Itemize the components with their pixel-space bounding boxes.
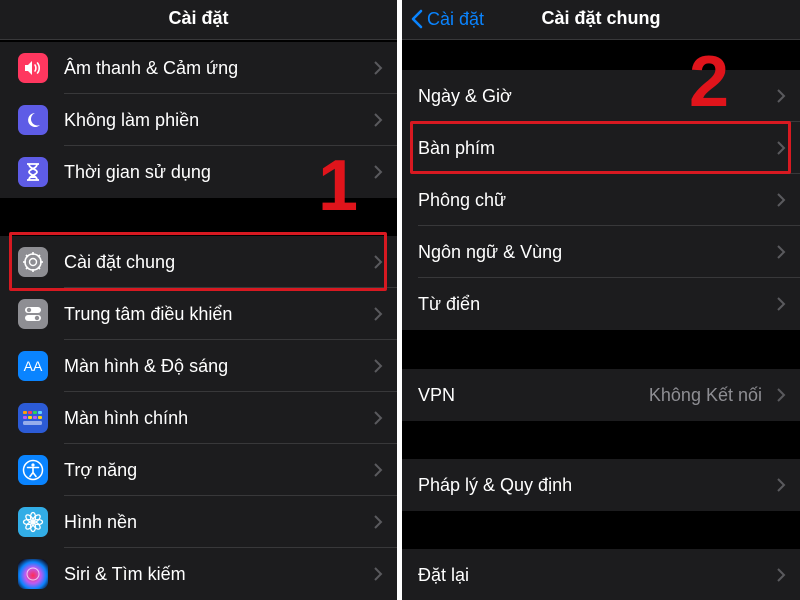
- row-label: Thời gian sử dụng: [64, 161, 211, 182]
- sound-icon: [18, 53, 48, 83]
- chevron-right-icon: [374, 567, 383, 581]
- dictionary-item[interactable]: Từ điển: [402, 278, 800, 330]
- row-label: Trung tâm điều khiển: [64, 303, 233, 324]
- sidebar-item-sounds[interactable]: Âm thanh & Cảm ứng: [0, 42, 397, 94]
- row-label: Siri & Tìm kiếm: [64, 563, 186, 584]
- flower-icon: [18, 507, 48, 537]
- sidebar-item-control-center[interactable]: Trung tâm điều khiển: [0, 288, 397, 340]
- chevron-right-icon: [777, 297, 786, 311]
- general-group-1: Ngày & Giờ Bàn phím Phông chữ Ngôn ngữ &…: [402, 70, 800, 330]
- chevron-right-icon: [777, 568, 786, 582]
- hourglass-icon: [18, 157, 48, 187]
- row-label: Đặt lại: [418, 564, 470, 585]
- sidebar-item-do-not-disturb[interactable]: Không làm phiền: [0, 94, 397, 146]
- chevron-right-icon: [374, 307, 383, 321]
- chevron-right-icon: [374, 61, 383, 75]
- sidebar-item-wallpaper[interactable]: Hình nền: [0, 496, 397, 548]
- sidebar-item-accessibility[interactable]: Trợ năng: [0, 444, 397, 496]
- chevron-right-icon: [374, 113, 383, 127]
- chevron-right-icon: [777, 388, 786, 402]
- text-size-icon: AA: [18, 351, 48, 381]
- row-label: Pháp lý & Quy định: [418, 474, 573, 495]
- row-label: Ngôn ngữ & Vùng: [418, 241, 563, 262]
- chevron-right-icon: [374, 515, 383, 529]
- sidebar-item-siri-search[interactable]: Siri & Tìm kiếm: [0, 548, 397, 600]
- row-label: Bàn phím: [418, 137, 496, 158]
- fonts-item[interactable]: Phông chữ: [402, 174, 800, 226]
- sidebar-item-home-screen[interactable]: Màn hình chính: [0, 392, 397, 444]
- siri-icon: [18, 559, 48, 589]
- row-label: Trợ năng: [64, 459, 138, 480]
- vpn-group: VPN Không Kết nối: [402, 369, 800, 421]
- chevron-right-icon: [374, 255, 383, 269]
- reset-item[interactable]: Đặt lại: [402, 549, 800, 600]
- settings-panel: Cài đặt Âm thanh & Cảm ứng Không làm phi…: [0, 0, 397, 600]
- row-label: Màn hình & Độ sáng: [64, 355, 229, 376]
- row-label: Màn hình chính: [64, 407, 189, 428]
- row-label: Ngày & Giờ: [418, 85, 512, 106]
- language-region-item[interactable]: Ngôn ngữ & Vùng: [402, 226, 800, 278]
- date-time-item[interactable]: Ngày & Giờ: [402, 70, 800, 122]
- general-title: Cài đặt chung: [541, 8, 661, 28]
- chevron-right-icon: [777, 478, 786, 492]
- settings-navbar: Cài đặt: [0, 0, 397, 40]
- keyboard-item[interactable]: Bàn phím: [402, 122, 800, 174]
- vpn-item[interactable]: VPN Không Kết nối: [402, 369, 800, 421]
- toggles-icon: [18, 299, 48, 329]
- sidebar-item-general[interactable]: Cài đặt chung: [0, 236, 397, 288]
- step-number-1: 1: [318, 146, 359, 226]
- general-navbar: Cài đặt Cài đặt chung: [402, 0, 800, 40]
- accessibility-icon: [18, 455, 48, 485]
- gear-icon: [18, 247, 48, 277]
- step-number-2: 2: [689, 42, 730, 122]
- home-grid-icon: [18, 403, 48, 433]
- legal-group: Pháp lý & Quy định: [402, 459, 800, 511]
- chevron-right-icon: [777, 89, 786, 103]
- sidebar-item-display-brightness[interactable]: AA Màn hình & Độ sáng: [0, 340, 397, 392]
- moon-icon: [18, 105, 48, 135]
- legal-regulatory-item[interactable]: Pháp lý & Quy định: [402, 459, 800, 511]
- chevron-right-icon: [374, 359, 383, 373]
- vpn-status: Không Kết nối: [648, 385, 762, 405]
- chevron-right-icon: [777, 141, 786, 155]
- general-settings-panel: Cài đặt Cài đặt chung Ngày & Giờ Bàn phí…: [402, 0, 800, 600]
- chevron-right-icon: [374, 463, 383, 477]
- row-label: Cài đặt chung: [64, 251, 176, 272]
- chevron-right-icon: [777, 245, 786, 259]
- reset-group: Đặt lại: [402, 549, 800, 600]
- row-label: VPN: [418, 384, 456, 405]
- settings-group-2: Cài đặt chung Trung tâm điều khiển AA Mà…: [0, 236, 397, 600]
- row-label: Hình nền: [64, 511, 138, 532]
- row-label: Phông chữ: [418, 189, 507, 210]
- chevron-right-icon: [777, 193, 786, 207]
- chevron-right-icon: [374, 165, 383, 179]
- chevron-right-icon: [374, 411, 383, 425]
- settings-title: Cài đặt: [168, 8, 229, 28]
- row-label: Không làm phiền: [64, 109, 200, 130]
- row-label: Từ điển: [418, 293, 481, 314]
- row-label: Âm thanh & Cảm ứng: [64, 57, 239, 78]
